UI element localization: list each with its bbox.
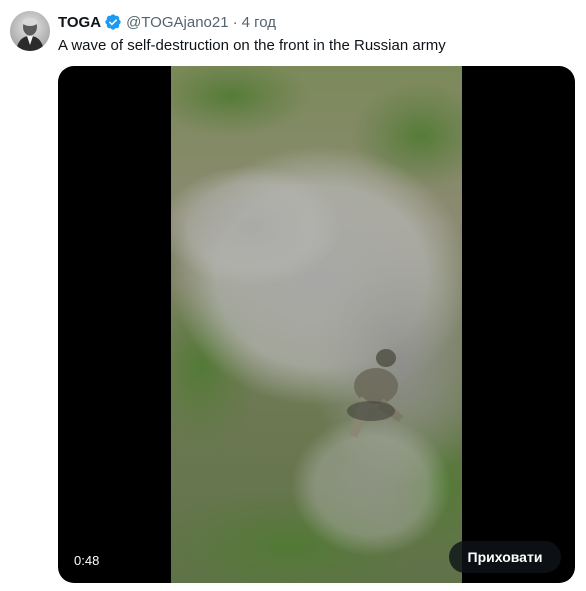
hide-media-button[interactable]: Приховати xyxy=(449,541,561,573)
tweet-timestamp[interactable]: 4 год xyxy=(242,14,276,31)
avatar-image xyxy=(10,11,50,51)
header-separator: · xyxy=(232,13,238,31)
verified-badge-icon xyxy=(104,13,122,31)
author-display-name[interactable]: TOGA xyxy=(58,14,101,31)
video-player[interactable]: 0:48 Приховати xyxy=(58,66,575,583)
tweet-header: TOGA @TOGAjano21 · 4 год xyxy=(58,12,276,32)
video-frame xyxy=(171,66,462,583)
tweet[interactable]: TOGA @TOGAjano21 · 4 год A wave of self-… xyxy=(0,0,586,591)
author-handle[interactable]: @TOGAjano21 xyxy=(126,14,229,31)
video-duration: 0:48 xyxy=(68,551,106,571)
tweet-text: A wave of self-destruction on the front … xyxy=(58,37,446,54)
avatar[interactable] xyxy=(10,11,50,51)
